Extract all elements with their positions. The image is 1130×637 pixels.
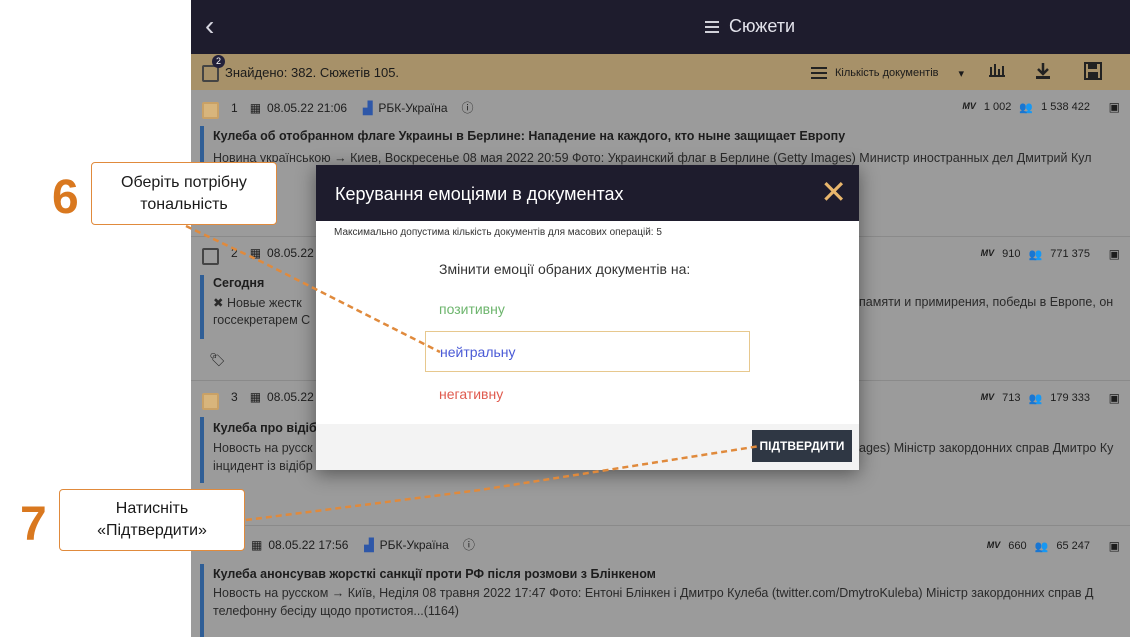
card-body: Новость на русском → Київ, Неділя 08 тра…	[213, 586, 1094, 600]
found-summary: Знайдено: 382. Сюжетів 105.	[225, 65, 400, 80]
step-6-text: Оберіть потрібну тональність	[121, 173, 247, 213]
mv-value: 660	[1008, 540, 1027, 552]
close-icon[interactable]: ✕	[820, 175, 847, 209]
mv-icon: MV	[986, 540, 1001, 550]
page-title: Сюжети	[729, 16, 796, 36]
page-title-wrap: Сюжети	[705, 16, 795, 37]
modal-prompt: Змінити емоції обраних документів на:	[439, 261, 691, 277]
step-6-number: 6	[52, 171, 79, 224]
card-meta: 2 ▦ 08.05.22	[231, 246, 314, 260]
audience-value: 1 538 422	[1041, 101, 1090, 113]
card-body-line2: госсекретарем С	[213, 313, 311, 327]
calendar-icon: ▦	[249, 100, 262, 115]
card-stats: MV 910 👥 771 375	[981, 248, 1090, 261]
audience-value: 771 375	[1050, 248, 1090, 260]
audience-icon: 👥	[1028, 249, 1043, 261]
emotion-modal: Керування емоціями в документах ✕ Максим…	[316, 165, 859, 470]
mv-value: 910	[1002, 248, 1021, 260]
card-source[interactable]: РБК-Україна	[378, 101, 447, 115]
card-accent-bar	[200, 417, 204, 483]
source-logo-icon: ▟	[364, 537, 374, 552]
step-7-line2: «Підтвердити»	[97, 522, 207, 539]
card-title[interactable]: Кулеба про відібр	[213, 421, 324, 435]
audience-icon: 👥	[1028, 393, 1043, 405]
list-icon	[705, 18, 719, 36]
mv-icon: MV	[980, 392, 995, 402]
card-body-tail: памяти и примирения, победы в Европе, он	[859, 295, 1114, 309]
audience-icon: 👥	[1019, 102, 1034, 114]
card-stats: MV 1 002 👥 1 538 422	[962, 101, 1090, 114]
card-number: 3	[231, 390, 238, 404]
card-date: 08.05.22	[267, 246, 314, 260]
card-checkbox[interactable]	[202, 393, 219, 410]
step-6-callout: Оберіть потрібну тональність	[91, 162, 277, 225]
option-neutral[interactable]: нейтральну	[425, 331, 750, 372]
filter-bar: 2 Знайдено: 382. Сюжетів 105. Кількість …	[191, 54, 1130, 90]
modal-header: Керування емоціями в документах ✕	[316, 165, 859, 221]
card-stats: MV 713 👥 179 333	[981, 392, 1090, 405]
story-card-4[interactable]: 4 ▦ 08.05.22 17:56 ▟ РБК-Україна ⓘ MV 660…	[191, 526, 1130, 637]
calendar-icon: ▦	[251, 537, 263, 552]
card-body-line2: інцидент із відібр	[213, 459, 313, 473]
source-logo-icon: ▟	[363, 100, 373, 115]
step-7-callout: Натисніть «Підтвердити»	[59, 489, 245, 551]
chart-icon[interactable]	[988, 62, 1006, 83]
card-meta: 4 ▦ 08.05.22 17:56 ▟ РБК-Україна ⓘ	[231, 536, 475, 553]
sort-label: Кількість документів	[835, 67, 939, 79]
back-chevron-icon[interactable]: ‹	[205, 11, 214, 41]
card-meta: 1 ▦ 08.05.22 21:06 ▟ РБК-Україна ⓘ	[231, 99, 474, 116]
audience-value: 179 333	[1050, 392, 1090, 404]
audience-value: 65 247	[1056, 540, 1090, 552]
card-number: 1	[231, 100, 238, 115]
tag-icon[interactable]: 🏷	[209, 352, 226, 368]
card-checkbox[interactable]	[202, 102, 219, 119]
top-bar: ‹ Сюжети	[191, 0, 1130, 54]
option-negative[interactable]: негативну	[425, 374, 750, 415]
document-search-icon[interactable]: ▣	[1109, 247, 1120, 261]
card-date: 08.05.22 17:56	[268, 537, 349, 552]
mv-value: 713	[1002, 392, 1021, 404]
card-accent-bar	[200, 275, 204, 339]
card-body: Новина українською → Киев, Воскресенье 0…	[213, 151, 1092, 165]
card-checkbox[interactable]	[202, 248, 219, 265]
option-positive[interactable]: позитивну	[425, 289, 750, 330]
info-icon[interactable]: ⓘ	[462, 99, 474, 116]
card-stats: MV 660 👥 65 247	[987, 540, 1090, 553]
sort-icon	[811, 64, 827, 82]
audience-icon: 👥	[1034, 541, 1049, 553]
dropdown-arrow-icon: ▾	[958, 67, 965, 80]
card-meta: 3 ▦ 08.05.22	[231, 390, 314, 404]
card-body-line2: телефонну бесіду щодо протистоя...(1164)	[213, 604, 459, 618]
card-title[interactable]: Кулеба об отобранном флаге Украины в Бер…	[213, 129, 845, 143]
step-7-number: 7	[20, 498, 47, 551]
document-search-icon[interactable]: ▣	[1109, 539, 1120, 553]
card-number: 2	[231, 246, 238, 260]
mv-icon: MV	[962, 101, 976, 111]
download-icon[interactable]	[1035, 62, 1051, 85]
card-date: 08.05.22	[267, 390, 314, 404]
confirm-button[interactable]: ПІДТВЕРДИТИ	[752, 430, 852, 462]
calendar-icon: ▦	[249, 246, 262, 260]
step-7-line1: Натисніть	[115, 500, 189, 517]
card-body-tail: ages) Міністр закордонних справ Дмитро К…	[859, 441, 1114, 455]
calendar-icon: ▦	[249, 390, 262, 404]
modal-limit-note: Максимально допустима кількість документ…	[334, 227, 662, 238]
document-search-icon[interactable]: ▣	[1109, 391, 1120, 405]
card-date: 08.05.22 21:06	[267, 100, 348, 115]
card-body: Новость на русск	[213, 441, 313, 455]
mv-value: 1 002	[983, 101, 1012, 113]
card-source[interactable]: РБК-Україна	[380, 538, 449, 552]
save-icon[interactable]	[1084, 62, 1102, 85]
card-accent-bar	[200, 564, 204, 637]
mv-icon: MV	[980, 248, 995, 258]
selected-count-badge: 2	[212, 55, 225, 68]
card-title[interactable]: Кулеба анонсував жорсткі санкції проти Р…	[213, 567, 656, 581]
modal-title: Керування емоціями в документах	[335, 184, 624, 204]
document-search-icon[interactable]: ▣	[1109, 100, 1120, 114]
card-title[interactable]: Сегодня	[213, 276, 264, 290]
sort-select[interactable]: Кількість документів ▾	[811, 64, 964, 82]
info-icon[interactable]: ⓘ	[463, 536, 475, 553]
